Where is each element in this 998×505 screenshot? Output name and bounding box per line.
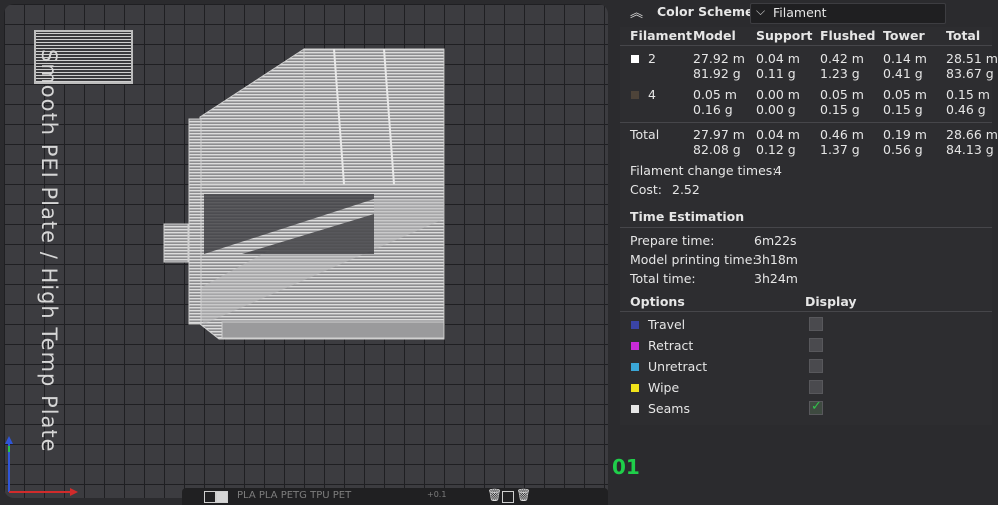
prepare-time-label: Prepare time: xyxy=(630,233,715,248)
cell-flushed-weight: 1.23 g xyxy=(820,66,860,81)
option-label: Retract xyxy=(648,338,694,353)
build-plate[interactable]: Smooth PEI Plate / High Temp Plate xyxy=(4,4,608,498)
color-scheme-title: Color Scheme xyxy=(657,4,754,19)
cell-support-weight: 0.11 g xyxy=(756,66,796,81)
cell-support-length: 0.04 m xyxy=(756,51,800,66)
travel-checkbox[interactable] xyxy=(809,317,823,331)
cell-tower-length: 0.05 m xyxy=(883,87,927,102)
filament-list-text: PLA PLA PETG TPU PET xyxy=(237,490,352,501)
chevron-down-icon: ⌵ xyxy=(756,4,766,18)
cell-model-weight: 81.92 g xyxy=(693,66,741,81)
header-support: Support xyxy=(756,28,813,43)
option-label: Wipe xyxy=(648,380,680,395)
divider xyxy=(620,45,992,46)
total-time-label: Total time: xyxy=(630,271,696,286)
plate-small-text: +0.1 xyxy=(427,490,447,499)
header-model: Model xyxy=(693,28,736,43)
axis-gizmo-icon xyxy=(5,436,78,496)
cell-model-length: 27.97 m xyxy=(693,127,745,142)
seams-checkbox[interactable]: ✓ xyxy=(809,399,823,415)
cell-support-weight: 0.12 g xyxy=(756,142,796,157)
filament-change-value: 4 xyxy=(774,163,782,178)
delete-plate-icon[interactable]: 🗑 xyxy=(516,488,531,502)
filament-id: 2 xyxy=(648,51,656,66)
cost-value: 2.52 xyxy=(672,182,700,197)
cell-tower-weight: 0.15 g xyxy=(883,102,923,117)
image-icon[interactable] xyxy=(216,491,228,503)
total-time-value: 3h24m xyxy=(754,271,798,286)
cell-total-length: 28.51 m xyxy=(946,51,998,66)
retract-swatch xyxy=(631,342,639,350)
wipe-swatch xyxy=(631,384,639,392)
cell-flushed-length: 0.46 m xyxy=(820,127,864,142)
cell-total-weight: 83.67 g xyxy=(946,66,994,81)
plate-number[interactable]: 01 xyxy=(612,455,640,479)
cell-support-length: 0.04 m xyxy=(756,127,800,142)
sliced-model[interactable] xyxy=(4,4,608,498)
filament-id: 4 xyxy=(648,87,656,102)
cell-flushed-weight: 0.15 g xyxy=(820,102,860,117)
cell-model-weight: 82.08 g xyxy=(693,142,741,157)
cell-flushed-weight: 1.37 g xyxy=(820,142,860,157)
option-label: Travel xyxy=(648,317,686,332)
filament-swatch xyxy=(631,91,639,99)
checkmark-icon: ✓ xyxy=(811,399,822,414)
cell-total-length: 28.66 m xyxy=(946,127,998,142)
color-scheme-value: Filament xyxy=(773,5,827,20)
total-label: Total xyxy=(630,127,660,142)
unretract-checkbox[interactable] xyxy=(809,359,823,373)
collapse-up-icon[interactable]: ︽ xyxy=(630,2,643,21)
filament-change-label: Filament change times: xyxy=(630,163,777,178)
model-print-time-label: Model printing time: xyxy=(630,252,757,267)
cell-support-length: 0.00 m xyxy=(756,87,800,102)
header-total: Total xyxy=(946,28,981,43)
window-icon[interactable] xyxy=(502,491,514,503)
cost-label: Cost: xyxy=(630,182,663,197)
color-scheme-bar: ︽ Color Scheme ⌵ Filament xyxy=(620,0,992,27)
cell-model-length: 0.05 m xyxy=(693,87,737,102)
retract-checkbox[interactable] xyxy=(809,338,823,352)
grid-icon[interactable] xyxy=(204,491,216,503)
divider xyxy=(620,227,992,228)
display-title: Display xyxy=(805,294,857,309)
cell-total-weight: 84.13 g xyxy=(946,142,994,157)
cell-tower-length: 0.19 m xyxy=(883,127,927,142)
trash-icon[interactable]: 🗑 xyxy=(487,488,502,502)
wipe-checkbox[interactable] xyxy=(809,380,823,394)
time-estimation-title: Time Estimation xyxy=(630,209,745,224)
cell-support-weight: 0.00 g xyxy=(756,102,796,117)
gcode-legend-panel: ︽ Color Scheme ⌵ Filament Filament Model… xyxy=(620,0,998,425)
plate-toolbar: PLA PLA PETG TPU PET +0.1 🗑 🗑 xyxy=(182,488,608,505)
option-label: Seams xyxy=(648,401,690,416)
filament-swatch xyxy=(631,55,639,63)
option-label: Unretract xyxy=(648,359,708,374)
cell-flushed-length: 0.42 m xyxy=(820,51,864,66)
divider xyxy=(620,311,992,312)
prepare-time-value: 6m22s xyxy=(754,233,797,248)
cell-tower-weight: 0.41 g xyxy=(883,66,923,81)
cell-total-length: 0.15 m xyxy=(946,87,990,102)
cell-flushed-length: 0.05 m xyxy=(820,87,864,102)
options-title: Options xyxy=(630,294,685,309)
color-scheme-select[interactable]: ⌵ Filament xyxy=(750,3,946,24)
model-print-time-value: 3h18m xyxy=(754,252,798,267)
cell-tower-weight: 0.56 g xyxy=(883,142,923,157)
header-flushed: Flushed xyxy=(820,28,876,43)
seams-swatch xyxy=(631,405,639,413)
cell-total-weight: 0.46 g xyxy=(946,102,986,117)
header-tower: Tower xyxy=(883,28,925,43)
cell-model-weight: 0.16 g xyxy=(693,102,733,117)
travel-swatch xyxy=(631,321,639,329)
cell-model-length: 27.92 m xyxy=(693,51,745,66)
unretract-swatch xyxy=(631,363,639,371)
cell-tower-length: 0.14 m xyxy=(883,51,927,66)
header-filament: Filament xyxy=(630,28,692,43)
divider xyxy=(620,122,992,123)
